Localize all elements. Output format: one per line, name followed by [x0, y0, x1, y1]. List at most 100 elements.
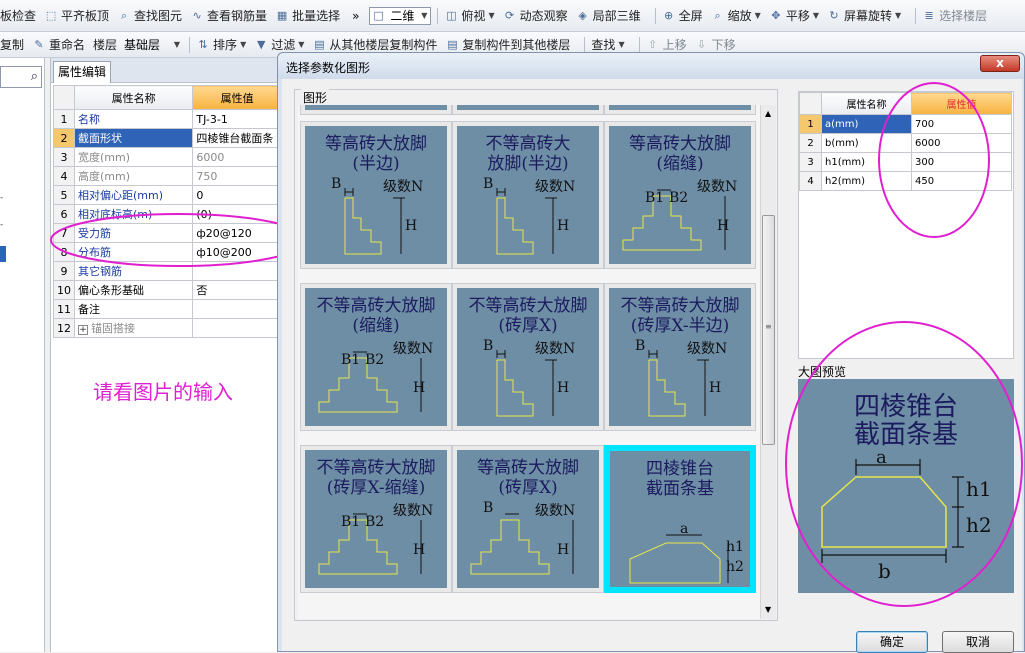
property-value[interactable]: 四棱锥台截面条 [192, 128, 282, 148]
group-label: 图形 [301, 89, 330, 106]
table-row[interactable]: 10 偏心条形基础否 [53, 280, 282, 300]
property-value[interactable]: 750 [192, 166, 282, 186]
column-header-name[interactable]: 属性名称 [73, 85, 194, 110]
shape-dimension-label: B2 [669, 190, 689, 206]
rename-button[interactable]: ✎ 重命名 [32, 36, 85, 53]
close-button[interactable]: x [980, 55, 1020, 72]
batch-select-button[interactable]: ▦ 批量选择 [275, 7, 340, 24]
table-row[interactable]: 4 高度(mm) 750 [53, 166, 282, 186]
shape-dimension-label: B1 [341, 514, 361, 530]
sort-button[interactable]: ⇅ 排序 ▼ [196, 36, 246, 53]
find-element-button[interactable]: ⌕ 查找图元 [117, 7, 182, 24]
shape-tile[interactable]: 等高砖大放脚 (砖厚X) B 级数N H [452, 445, 604, 593]
view-mode-select[interactable]: □ 二维 ▼ [369, 6, 432, 25]
property-panel: 属性编辑 属性名称 属性值 1 名称 TJ-3-1 2 截面形状 四棱锥台截面条 3 宽度… [50, 58, 283, 652]
shape-dimension-label: B [635, 338, 646, 354]
tab-property-edit[interactable]: 属性编辑 [53, 61, 111, 83]
shape-tile[interactable]: 不等高砖大放脚 (砖厚X-缩缝) B1 B2 级数N H [300, 445, 452, 593]
tile-partial[interactable] [604, 105, 756, 115]
expand-icon[interactable]: + [78, 325, 88, 335]
top-view-button[interactable]: ◫ 俯视 ▼ [444, 7, 494, 24]
rotate-icon: ↻ [829, 8, 839, 22]
orbit-button[interactable]: ⟳ 动态观察 [503, 7, 568, 24]
tile-partial[interactable] [452, 105, 604, 115]
shape-tile[interactable]: 不等高砖大放脚 (砖厚X) B 级数N H [452, 283, 604, 431]
pan-button[interactable]: ✥ 平移 ▼ [769, 7, 819, 24]
tree-branch-mark: - [0, 220, 4, 230]
board-check-button[interactable]: 板检查 [0, 7, 36, 24]
property-value[interactable]: 6000 [192, 147, 282, 167]
copy-to-icon: ▤ [447, 37, 458, 51]
fullscreen-button[interactable]: ⊕ 全屏 [662, 7, 703, 24]
arrow-down-icon: ⇩ [697, 37, 707, 51]
shape-tile[interactable]: 不等高砖大 放脚(半边) B 级数N H [452, 121, 604, 269]
search-icon[interactable]: ⌕ [31, 69, 38, 84]
property-value[interactable]: 0 [192, 185, 282, 205]
shape-thumbnail: 等高砖大放脚 (砖厚X) B 级数N H [457, 450, 599, 588]
tree-selected-item[interactable] [0, 246, 6, 262]
separator [915, 7, 917, 24]
shape-outline [470, 513, 574, 575]
property-name: 截面形状 [73, 128, 194, 148]
select-floor-button[interactable]: ≣ 选择楼层 [922, 7, 988, 24]
shape-tile[interactable]: 等高砖大放脚 (半边) B 级数N H [300, 121, 452, 269]
zoom-button[interactable]: ⌕ 缩放 ▼ [711, 7, 761, 24]
property-name: 相对偏心距(mm) [73, 185, 194, 205]
orbit-icon: ⟳ [504, 8, 515, 22]
component-tree[interactable]: ⌕ - - [0, 58, 45, 652]
shape-gallery[interactable]: 等高砖大放脚 (半边) B 级数N H 不等高砖大 放脚(半边) B 级数N H 等高砖大放脚 … [298, 105, 760, 619]
gallery-scrollbar[interactable]: ▲ ≡ ▼ [760, 105, 776, 619]
shape-outline [496, 350, 557, 417]
floor-select[interactable]: 基础层 ▼ [121, 36, 183, 54]
rename-icon: ✎ [34, 37, 44, 51]
shape-tile-selected[interactable]: 四棱锥台 截面条基ah1h2b [604, 445, 756, 593]
property-name-expandable[interactable]: + 锚固搭接 [73, 318, 194, 338]
binoculars-icon: ⌕ [120, 8, 128, 22]
shape-dimension-label: B1 [645, 190, 665, 206]
copy-button[interactable]: 复制 [0, 36, 24, 53]
property-value[interactable]: 否 [192, 280, 282, 300]
tile-partial[interactable] [300, 105, 452, 115]
shape-dimension-label: B [483, 500, 494, 516]
table-row[interactable]: 12 + 锚固搭接 [53, 318, 282, 338]
shape-tile[interactable]: 不等高砖大放脚 (砖厚X-半边) B 级数N H [604, 283, 756, 431]
table-row[interactable]: 5 相对偏心距(mm) 0 [53, 185, 282, 205]
shape-tile[interactable]: 不等高砖大放脚 (缩缝) B1 B2 级数N H [300, 283, 452, 431]
move-up-button[interactable]: ⇧ 上移 [646, 36, 687, 53]
shape-dimension-label: H [557, 218, 570, 234]
shape-dimension-label: 级数N [393, 341, 434, 357]
scroll-up-icon[interactable]: ▲ [765, 109, 771, 118]
shape-dimension-label: 级数N [393, 503, 434, 519]
shape-thumbnail: 等高砖大放脚 (半边) B 级数N H [305, 126, 447, 264]
shape-thumbnail: 不等高砖大放脚 (砖厚X) B 级数N H [457, 288, 599, 426]
find-button[interactable]: 查找 ▼ [591, 36, 624, 53]
filter-button[interactable]: ▼ 过滤 ▼ [254, 36, 304, 53]
ok-button[interactable]: 确定 [856, 631, 928, 653]
shape-tile[interactable]: 等高砖大放脚 (缩缝) B1 B2 级数N H [604, 121, 756, 269]
local-3d-button[interactable]: ◈ 局部三维 [576, 7, 640, 24]
property-value[interactable] [192, 299, 282, 319]
row-number: 1 [53, 109, 75, 129]
scroll-down-icon[interactable]: ▼ [765, 605, 771, 614]
column-header-value[interactable]: 属性值 [192, 85, 282, 110]
table-row[interactable]: 11 备注 [53, 299, 282, 319]
property-value[interactable]: TJ-3-1 [192, 109, 282, 129]
view-rebar-button[interactable]: ∿ 查看钢筋量 [190, 7, 267, 24]
align-top-button[interactable]: ⬚ 平齐板顶 [44, 7, 109, 24]
property-name: 名称 [73, 109, 194, 129]
table-row-selected[interactable]: 2 截面形状 四棱锥台截面条 [53, 128, 282, 148]
move-down-button[interactable]: ⇩ 下移 [695, 36, 736, 53]
table-row[interactable]: 3 宽度(mm) 6000 [53, 147, 282, 167]
rotate-screen-button[interactable]: ↻ 屏幕旋转 ▼ [827, 7, 901, 24]
tree-search-input[interactable]: ⌕ [0, 66, 42, 88]
chevron-down-icon: ▼ [812, 11, 819, 20]
more-icon[interactable]: » [352, 9, 359, 23]
scroll-thumb[interactable]: ≡ [762, 215, 775, 445]
cancel-button[interactable]: 取消 [942, 631, 1014, 653]
row-number: 12 [53, 318, 75, 338]
copy-to-floor-button[interactable]: ▤ 复制构件到其他楼层 [445, 36, 570, 53]
property-value[interactable] [192, 318, 282, 338]
table-row[interactable]: 1 名称 TJ-3-1 [53, 109, 282, 129]
copy-from-floor-button[interactable]: ▤ 从其他楼层复制构件 [312, 36, 437, 53]
row-number: 10 [53, 280, 75, 300]
